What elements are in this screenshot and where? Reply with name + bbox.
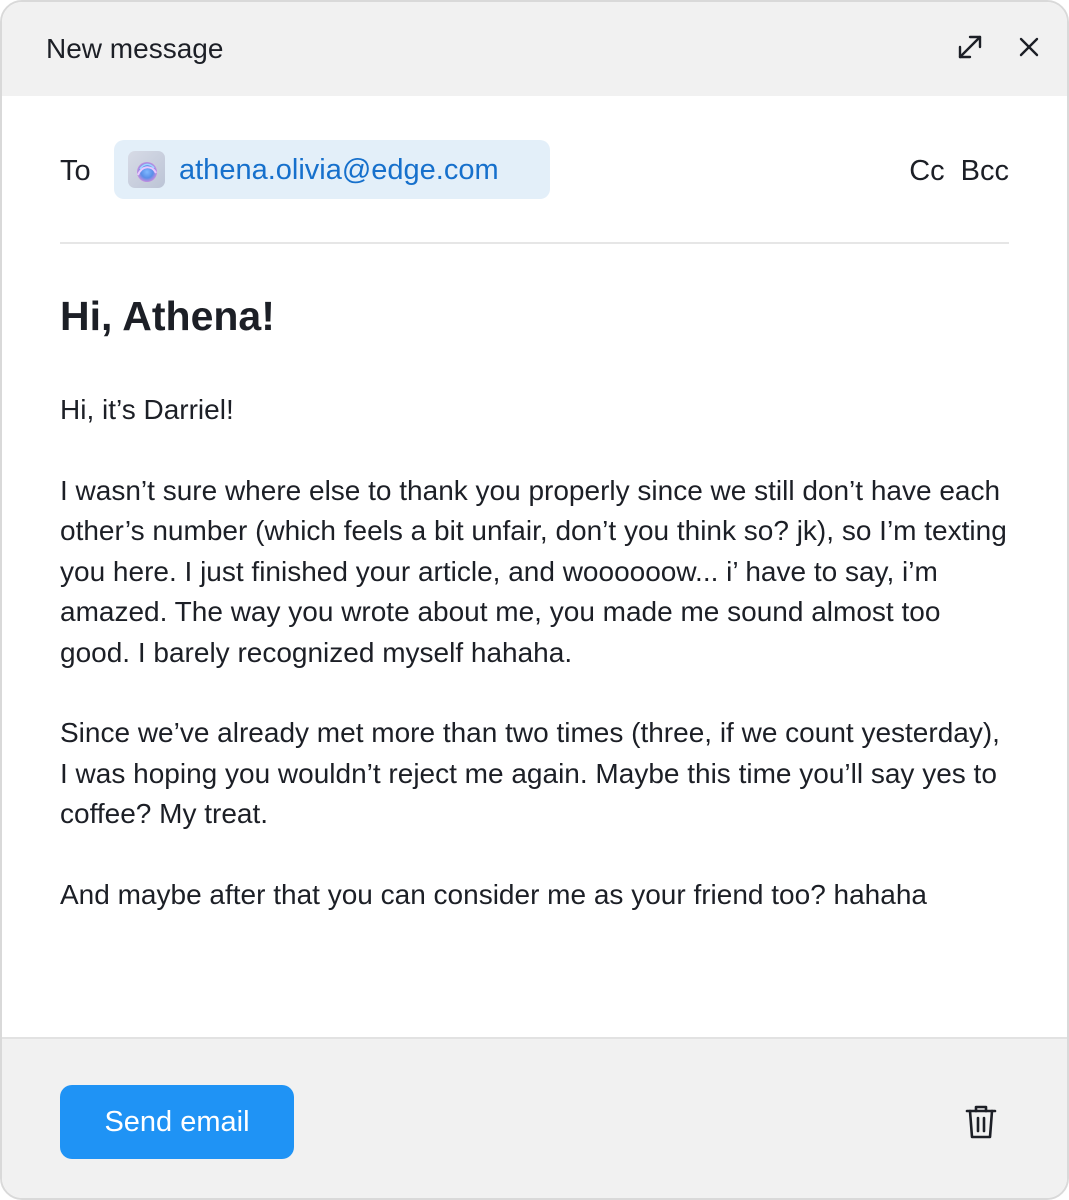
compose-footer: Send email bbox=[2, 1037, 1067, 1198]
avatar bbox=[128, 151, 165, 188]
to-label: To bbox=[60, 155, 91, 187]
compose-header: New message bbox=[2, 2, 1067, 96]
window-title: New message bbox=[46, 33, 224, 64]
message-paragraph: Since we’ve already met more than two ti… bbox=[60, 717, 1000, 829]
message-paragraph: Hi, it’s Darriel! bbox=[60, 394, 234, 425]
recipient-row: To athena.olivia@edge.com Cc Bcc bbox=[60, 140, 1009, 200]
compose-window: New message To athena.olivia@edge.com Cc… bbox=[0, 0, 1069, 1200]
bcc-button[interactable]: Bcc bbox=[961, 155, 1009, 187]
trash-icon[interactable] bbox=[964, 1103, 998, 1141]
divider bbox=[60, 242, 1009, 244]
message-paragraph: I wasn’t sure where else to thank you pr… bbox=[60, 474, 1007, 668]
message-greeting: Hi, Athena! bbox=[60, 293, 275, 339]
cc-bcc-group: Cc Bcc bbox=[909, 154, 1009, 188]
message-paragraph: And maybe after that you can consider me… bbox=[60, 878, 927, 910]
send-email-button[interactable]: Send email bbox=[60, 1085, 294, 1159]
cc-button[interactable]: Cc bbox=[909, 155, 944, 187]
message-body[interactable]: Hi, Athena! Hi, it’s Darriel! I wasn’t s… bbox=[60, 282, 1009, 915]
expand-icon[interactable] bbox=[955, 32, 985, 62]
close-icon[interactable] bbox=[1014, 32, 1044, 62]
recipient-email: athena.olivia@edge.com bbox=[179, 154, 499, 186]
recipient-chip[interactable]: athena.olivia@edge.com bbox=[114, 140, 550, 199]
